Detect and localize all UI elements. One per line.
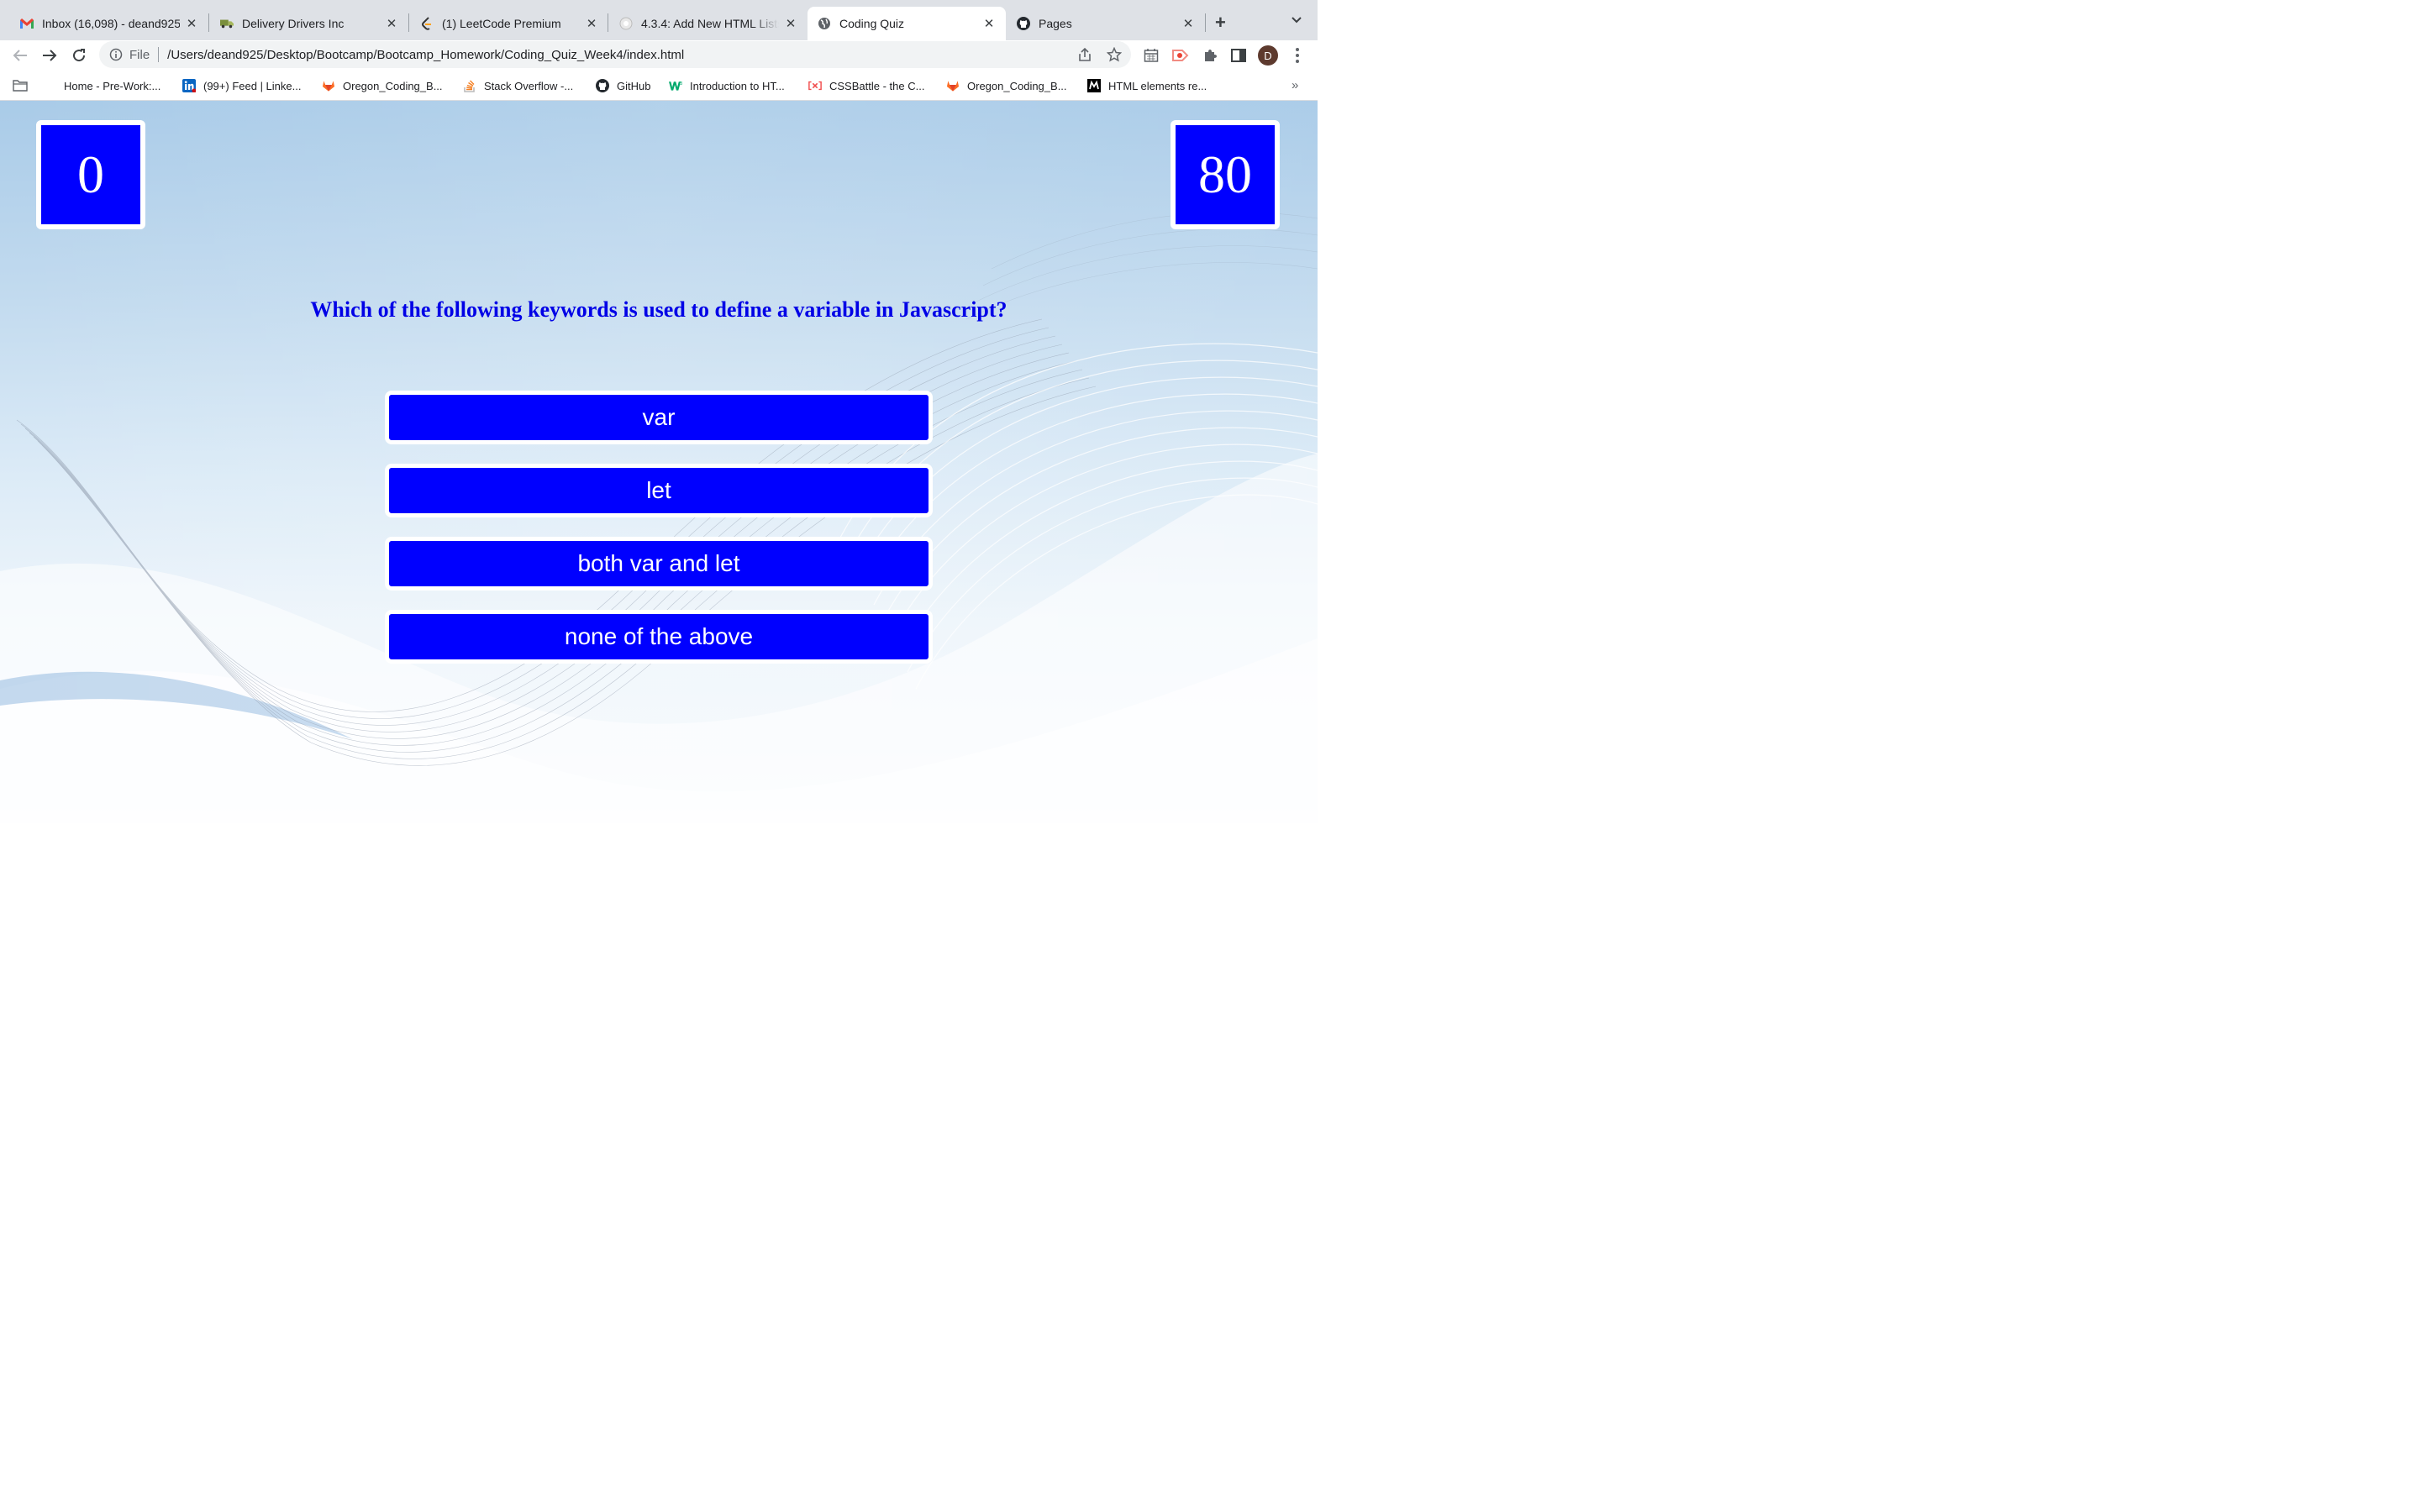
- calendar-extension-icon[interactable]: [1143, 47, 1160, 64]
- bookmark-label: Oregon_Coding_B...: [343, 79, 443, 92]
- bookmark-label: GitHub: [617, 79, 651, 92]
- tab-separator: [1205, 13, 1206, 32]
- new-tab-button[interactable]: +: [1215, 12, 1226, 34]
- bookmark-github[interactable]: GitHub: [596, 78, 650, 93]
- bookmarks-bar: Home - Pre-Work:... (99+) Feed | Linke..…: [0, 71, 1318, 101]
- bookmark-label: CSSBattle - the C...: [829, 79, 925, 92]
- close-icon[interactable]: ✕: [585, 16, 598, 31]
- side-panel-icon[interactable]: [1230, 47, 1247, 64]
- chevron-down-icon[interactable]: [1291, 13, 1302, 27]
- bookmark-home-prework[interactable]: Home - Pre-Work:...: [64, 78, 160, 93]
- bookmark-label: HTML elements re...: [1108, 79, 1207, 92]
- share-icon[interactable]: [1077, 47, 1092, 62]
- truck-icon: [220, 17, 234, 30]
- bookmark-linkedin[interactable]: (99+) Feed | Linke...: [182, 78, 301, 93]
- tab-title: 4.3.4: Add New HTML Lists: [641, 17, 779, 30]
- canvas-icon: [619, 17, 633, 30]
- github-icon: [596, 79, 609, 92]
- svg-text:3: 3: [680, 81, 682, 87]
- arrow-left-icon: [13, 50, 27, 61]
- answer-button-1[interactable]: var: [385, 391, 933, 444]
- tab-leetcode[interactable]: (1) LeetCode Premium ✕: [410, 7, 608, 40]
- tab-title: Coding Quiz: [839, 17, 905, 30]
- browser-toolbar: File /Users/deand925/Desktop/Bootcamp/Bo…: [0, 40, 1318, 71]
- profile-avatar[interactable]: D: [1258, 45, 1278, 66]
- score-display: 0: [36, 120, 145, 229]
- github-icon: [1017, 17, 1030, 30]
- puzzle-icon[interactable]: [1202, 47, 1218, 64]
- close-icon[interactable]: ✕: [1181, 16, 1195, 31]
- page-viewport: 0 80 Which of the following keywords is …: [0, 101, 1318, 823]
- info-icon[interactable]: [109, 48, 123, 61]
- close-icon[interactable]: ✕: [982, 16, 996, 31]
- bookmark-mdn[interactable]: HTML elements re...: [1087, 78, 1207, 93]
- linkedin-icon: [182, 79, 196, 92]
- tab-separator: [208, 13, 209, 32]
- tab-canvas[interactable]: 4.3.4: Add New HTML Lists ✕: [609, 7, 808, 40]
- bookmark-label: Introduction to HT...: [690, 79, 785, 92]
- tab-strip: Inbox (16,098) - deand925@ ✕ Delivery Dr…: [0, 0, 1318, 40]
- bookmark-cssbattle[interactable]: CSSBattle - the C...: [808, 78, 924, 93]
- globe-icon: [818, 17, 831, 30]
- answer-button-4[interactable]: none of the above: [385, 610, 933, 664]
- answer-button-3[interactable]: both var and let: [385, 537, 933, 591]
- answer-button-2[interactable]: let: [385, 464, 933, 517]
- mdn-icon: [1087, 79, 1101, 92]
- more-menu-icon[interactable]: [1291, 45, 1304, 66]
- tab-pages[interactable]: Pages ✕: [1007, 7, 1205, 40]
- star-icon[interactable]: [1107, 47, 1122, 62]
- question-text: Which of the following keywords is used …: [310, 297, 1007, 322]
- bookmark-label: Stack Overflow -...: [484, 79, 574, 92]
- bookmark-label: Oregon_Coding_B...: [967, 79, 1067, 92]
- gitlab-icon: [946, 79, 960, 92]
- close-icon[interactable]: ✕: [385, 16, 398, 31]
- url-scheme: File: [129, 47, 150, 62]
- tab-gmail[interactable]: Inbox (16,098) - deand925@ ✕: [10, 7, 208, 40]
- chevron-double-right-icon[interactable]: »: [1292, 78, 1298, 92]
- gitlab-icon: [322, 79, 335, 92]
- tab-title: (1) LeetCode Premium: [442, 17, 561, 30]
- close-icon[interactable]: ✕: [784, 16, 797, 31]
- timer-display: 80: [1171, 120, 1280, 229]
- tab-separator: [408, 13, 409, 32]
- tab-title: Pages: [1039, 17, 1072, 30]
- tab-delivery-drivers[interactable]: Delivery Drivers Inc ✕: [210, 7, 408, 40]
- back-button[interactable]: [10, 45, 30, 66]
- cssbattle-icon: [808, 79, 822, 92]
- gmail-icon: [20, 17, 34, 30]
- arrow-right-icon: [43, 50, 57, 61]
- screen-recorder-extension-icon[interactable]: [1172, 47, 1189, 64]
- bookmark-stackoverflow[interactable]: Stack Overflow -...: [463, 78, 573, 93]
- forward-button[interactable]: [39, 45, 60, 66]
- address-bar[interactable]: File /Users/deand925/Desktop/Bootcamp/Bo…: [99, 41, 1131, 68]
- bookmark-w3schools[interactable]: 3 Introduction to HT...: [669, 78, 785, 93]
- bookmark-gitlab-1[interactable]: Oregon_Coding_B...: [322, 78, 443, 93]
- tab-coding-quiz[interactable]: Coding Quiz ✕: [808, 7, 1006, 40]
- bookmark-label: Home - Pre-Work:...: [64, 79, 161, 92]
- url-text[interactable]: /Users/deand925/Desktop/Bootcamp/Bootcam…: [167, 48, 684, 62]
- folder-icon[interactable]: [13, 78, 28, 93]
- stackoverflow-icon: [463, 79, 476, 92]
- bookmark-label: (99+) Feed | Linke...: [203, 79, 302, 92]
- tab-title: Inbox (16,098) - deand925@: [42, 17, 180, 30]
- reload-icon: [73, 49, 86, 62]
- reload-button[interactable]: [69, 45, 89, 66]
- w3schools-icon: 3: [669, 79, 682, 92]
- tab-title: Delivery Drivers Inc: [242, 17, 345, 30]
- address-divider: [158, 47, 160, 62]
- leetcode-icon: [420, 17, 434, 30]
- bookmark-gitlab-2[interactable]: Oregon_Coding_B...: [946, 78, 1067, 93]
- wave-background: [0, 101, 1318, 823]
- close-icon[interactable]: ✕: [185, 16, 198, 31]
